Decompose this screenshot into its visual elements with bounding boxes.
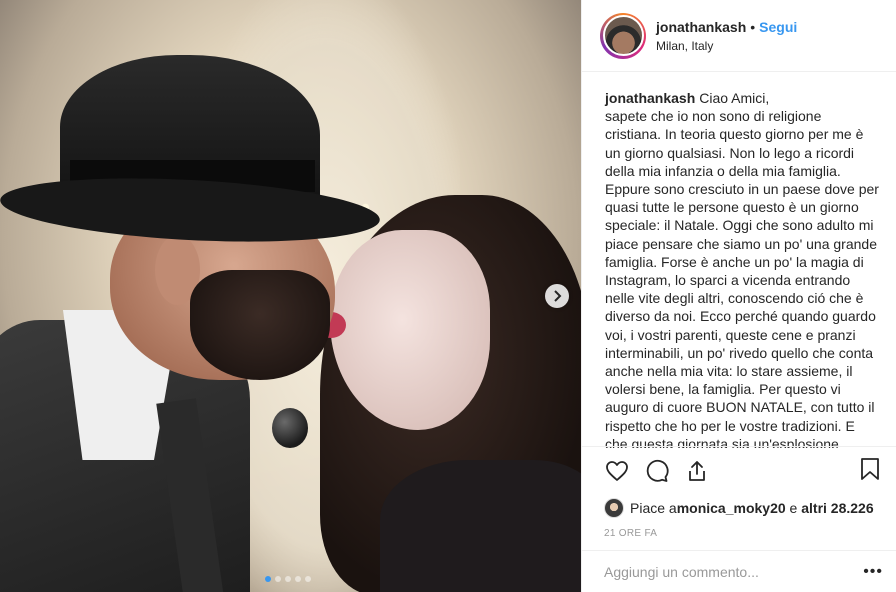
liker-avatar[interactable] bbox=[604, 498, 624, 518]
share-icon[interactable] bbox=[684, 458, 710, 484]
carousel-dot bbox=[305, 576, 311, 582]
save-group bbox=[857, 456, 883, 486]
likes-prefix: Piace a bbox=[630, 500, 677, 516]
heart-icon[interactable] bbox=[604, 458, 630, 484]
post-timestamp[interactable]: 21 ORE FA bbox=[604, 528, 883, 539]
comment-input[interactable] bbox=[604, 563, 844, 580]
post-header: jonathankash • Segui Milan, Italy bbox=[582, 0, 896, 72]
liker-username[interactable]: monica_moky20 bbox=[677, 500, 786, 516]
action-bar: Piace a monica_moky20 e altri 28.226 21 … bbox=[582, 446, 896, 539]
likes-summary: Piace a monica_moky20 e altri 28.226 bbox=[604, 498, 883, 518]
comment-icon[interactable] bbox=[644, 458, 670, 484]
bookmark-icon[interactable] bbox=[857, 456, 883, 482]
man-beard bbox=[190, 270, 330, 380]
icon-group bbox=[604, 458, 710, 484]
icon-row bbox=[604, 457, 883, 485]
woman-body bbox=[380, 460, 581, 592]
ornament bbox=[272, 408, 308, 448]
caption-username[interactable]: jonathankash bbox=[605, 90, 695, 106]
likes-middle: e bbox=[785, 500, 802, 516]
carousel-indicator bbox=[265, 576, 311, 582]
caption-text: Ciao Amici, sapete che io non sono di re… bbox=[605, 90, 879, 448]
chevron-right-icon bbox=[554, 290, 562, 302]
carousel-dot bbox=[285, 576, 291, 582]
post-photo[interactable] bbox=[0, 0, 581, 592]
separator: • bbox=[750, 18, 756, 35]
instagram-post: jonathankash • Segui Milan, Italy jonath… bbox=[0, 0, 896, 592]
location-link[interactable]: Milan, Italy bbox=[656, 39, 797, 53]
comment-bar: ••• bbox=[582, 550, 896, 592]
more-options-icon[interactable]: ••• bbox=[863, 563, 883, 581]
post-sidebar: jonathankash • Segui Milan, Italy jonath… bbox=[581, 0, 896, 592]
avatar[interactable] bbox=[602, 15, 644, 56]
carousel-dot bbox=[275, 576, 281, 582]
carousel-dot bbox=[265, 576, 271, 582]
likes-count-link[interactable]: altri 28.226 bbox=[801, 500, 873, 516]
next-slide-button[interactable] bbox=[545, 284, 569, 308]
header-text: jonathankash • Segui Milan, Italy bbox=[656, 19, 797, 53]
follow-button[interactable]: Segui bbox=[759, 19, 797, 35]
story-ring[interactable] bbox=[600, 12, 646, 59]
carousel-dot bbox=[295, 576, 301, 582]
header-top: jonathankash • Segui bbox=[656, 19, 797, 35]
username-link[interactable]: jonathankash bbox=[656, 19, 746, 35]
caption: jonathankash Ciao Amici, sapete che io no… bbox=[582, 72, 896, 448]
